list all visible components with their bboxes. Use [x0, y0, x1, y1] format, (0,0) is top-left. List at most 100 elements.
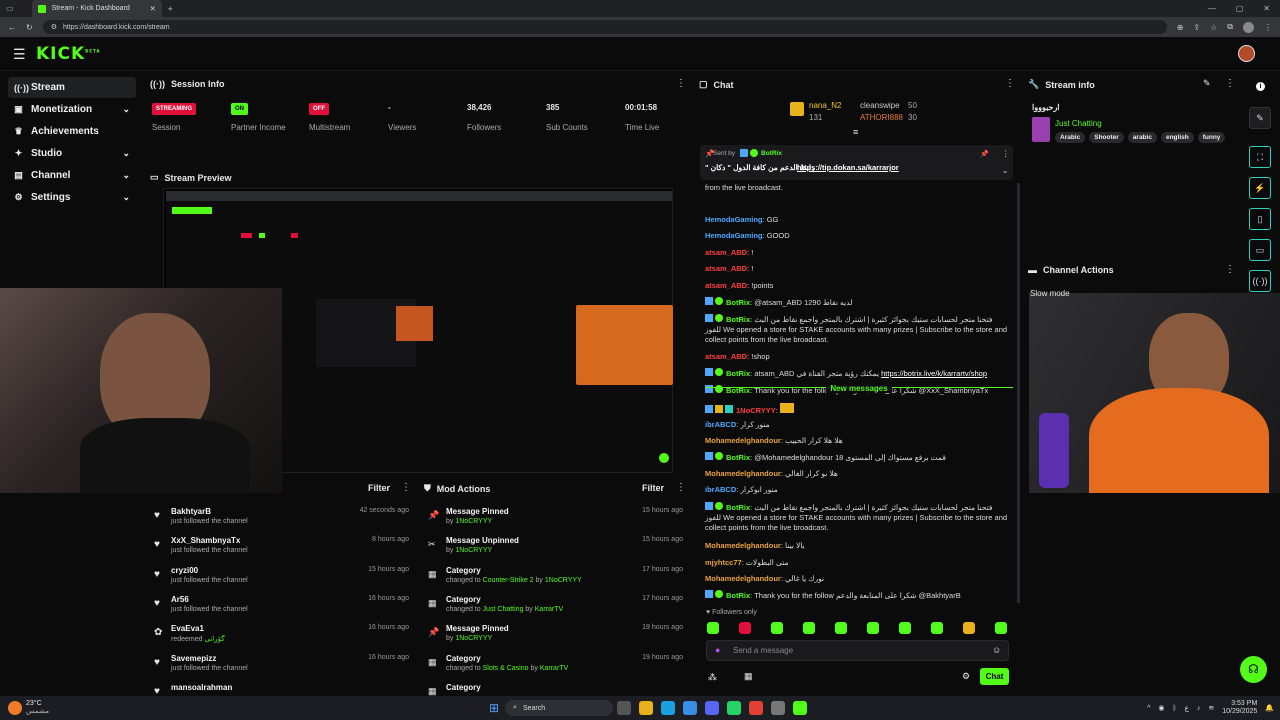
emote-icon[interactable]: [963, 622, 975, 634]
bookmark-star-icon[interactable]: ☆: [1210, 23, 1217, 32]
back-icon[interactable]: ←: [8, 23, 16, 32]
pinned-link[interactable]: https://tip.dokan.sa/karrarjor: [797, 163, 899, 172]
chat-message[interactable]: atsam_ABD: !points: [705, 281, 1010, 291]
chat-message[interactable]: Mohamedelghandour: يالا بينا: [705, 541, 1010, 551]
mod-user[interactable]: KarrarTV: [540, 665, 568, 672]
chat-username[interactable]: HemodaGaming: [705, 215, 763, 224]
emote-icon[interactable]: [995, 622, 1007, 634]
pinned-message[interactable]: 📌 Sent by BotRix " رابط الدعم من كافة ال…: [700, 145, 1013, 180]
support-headset-button[interactable]: ☊: [1240, 656, 1267, 683]
more-options-icon[interactable]: ⋮: [1225, 78, 1235, 89]
extensions-icon[interactable]: ⧉: [1227, 22, 1233, 32]
more-options-icon[interactable]: ⋮: [676, 482, 686, 493]
network-icon[interactable]: ◉: [1158, 704, 1164, 712]
chat-username[interactable]: atsam_ABD: [705, 352, 747, 361]
settings-icon[interactable]: [771, 701, 786, 715]
stream-tag[interactable]: funny: [1197, 132, 1226, 143]
windows-start-icon[interactable]: ⊞: [489, 701, 499, 715]
kick-app-icon[interactable]: [793, 701, 808, 715]
category-name[interactable]: Just Chatting: [483, 606, 524, 613]
chat-username[interactable]: atsam_ABD: [705, 264, 747, 273]
sidebar-item-channel[interactable]: ▤ Channel ⌄: [8, 165, 136, 186]
chat-message[interactable]: atsam_ABD: !: [705, 248, 1010, 258]
task-view-icon[interactable]: [617, 701, 632, 715]
chat-message[interactable]: BotRix: @atsam_ABD لديه نقاط 1290: [705, 297, 1010, 308]
clock-time[interactable]: 3:53 PM: [1222, 700, 1257, 708]
rail-button-broadcast[interactable]: ((·)): [1249, 270, 1271, 292]
send-chat-button[interactable]: Chat: [980, 668, 1009, 685]
activity-username[interactable]: mansoalrahman: [171, 683, 409, 692]
chat-username[interactable]: atsam_ABD: [705, 248, 747, 257]
pinned-user[interactable]: BotRix: [761, 150, 782, 157]
activity-item[interactable]: ♥ XxX_ShambnyaTx just followed the channel…: [154, 536, 409, 554]
chat-username[interactable]: atsam_ABD: [705, 281, 747, 290]
edge-icon[interactable]: [661, 701, 676, 715]
activity-item[interactable]: ✿ EvaEva1 redeemed گۆرانی 16 hours ago: [154, 624, 409, 643]
chrome-icon[interactable]: [749, 701, 764, 715]
emote-icon[interactable]: [707, 622, 719, 634]
chat-message[interactable]: 1NoCRYYY:: [705, 403, 1010, 416]
notification-bell-icon[interactable]: 🔔: [1265, 704, 1274, 712]
leaderboard-expand-icon[interactable]: ≡: [853, 127, 858, 137]
chat-message[interactable]: atsam_ABD: !shop: [705, 352, 1010, 362]
gear-icon[interactable]: ⚙: [962, 671, 970, 682]
more-options-icon[interactable]: ⋮: [401, 482, 411, 493]
category-name[interactable]: Counter-Strike 2: [483, 577, 534, 584]
slow-mode-label[interactable]: Slow mode: [1030, 289, 1070, 298]
stream-tag[interactable]: Arabic: [1055, 132, 1086, 143]
unpin-icon[interactable]: 📌: [980, 150, 989, 158]
chat-message[interactable]: BotRix: atsam_ABD يمكنك رؤية متجر القناة…: [705, 368, 1010, 379]
bluetooth-icon[interactable]: ᛒ: [1172, 705, 1176, 712]
activity-item[interactable]: ♥ Savemepizz just followed the channel 16 …: [154, 654, 409, 672]
mod-user[interactable]: 1NoCRYYY: [455, 635, 492, 642]
chat-scrollbar[interactable]: [1017, 183, 1020, 603]
chat-message[interactable]: Mohamedelghandour: نورك يا غالي: [705, 574, 1010, 584]
emote-icon[interactable]: [835, 622, 847, 634]
reload-icon[interactable]: ↻: [26, 23, 33, 32]
more-options-icon[interactable]: ⋮: [1002, 149, 1010, 158]
chevron-up-icon[interactable]: ^: [1147, 705, 1150, 712]
chat-username[interactable]: 1NoCRYYY: [736, 406, 776, 415]
rail-button-chat[interactable]: ▭: [1249, 239, 1271, 261]
chat-message[interactable]: HemodaGaming: GOOD: [705, 231, 1010, 241]
chat-message[interactable]: ibrABCD: منور كرار: [705, 420, 1010, 430]
store-icon[interactable]: [683, 701, 698, 715]
leader-name[interactable]: cleanswipe: [860, 101, 900, 110]
chat-username[interactable]: BotRix: [726, 315, 750, 324]
more-options-icon[interactable]: ⋮: [1225, 264, 1235, 275]
category-thumbnail[interactable]: [1032, 117, 1050, 142]
activity-item[interactable]: ♥ mansoalrahman: [154, 683, 409, 697]
new-messages-divider[interactable]: New messages: [705, 384, 1013, 397]
maximize-icon[interactable]: ▢: [1236, 4, 1244, 13]
close-window-icon[interactable]: ✕: [1263, 4, 1270, 13]
chat-username[interactable]: Mohamedelghandour: [705, 469, 781, 478]
chat-link[interactable]: https://botrix.live/k/karrartv/shop: [881, 369, 987, 378]
whatsapp-icon[interactable]: [727, 701, 742, 715]
category-name[interactable]: Slots & Casino: [483, 665, 529, 672]
activity-item[interactable]: ♥ cryzi00 just followed the channel 15 hou…: [154, 566, 409, 584]
rail-button-lightning[interactable]: ⚡: [1249, 177, 1271, 199]
activity-item[interactable]: ♥ Ar56 just followed the channel 16 hours …: [154, 595, 409, 613]
emote-icon[interactable]: [771, 622, 783, 634]
chat-message[interactable]: BotRix: Thank you for the follow شكرا عل…: [705, 590, 1010, 601]
chat-username[interactable]: BotRix: [726, 369, 750, 378]
emote-icon[interactable]: [899, 622, 911, 634]
chat-input[interactable]: ● Send a message ☺: [706, 640, 1009, 661]
clock-date[interactable]: 10/29/2025: [1222, 708, 1257, 716]
user-avatar[interactable]: [1238, 45, 1255, 62]
sidebar-item-monetization[interactable]: ▣ Monetization ⌄: [8, 99, 136, 120]
sidebar-item-stream[interactable]: ((·)) Stream: [8, 77, 136, 98]
leader-name[interactable]: nana_N2: [809, 101, 841, 110]
close-tab-icon[interactable]: ✕: [150, 5, 156, 13]
chat-username[interactable]: BotRix: [726, 453, 750, 462]
more-options-icon[interactable]: ⋮: [1005, 78, 1015, 89]
wifi-icon[interactable]: ≋: [1208, 704, 1214, 712]
minimize-icon[interactable]: —: [1208, 4, 1216, 13]
chat-username[interactable]: Mohamedelghandour: [705, 436, 781, 445]
sidebar-item-settings[interactable]: ⚙ Settings ⌄: [8, 187, 136, 208]
mod-user[interactable]: 1NoCRYYY: [545, 577, 582, 584]
chat-username[interactable]: ibrABCD: [705, 485, 736, 494]
chat-tools-icon[interactable]: ⁂: [708, 672, 717, 683]
chat-username[interactable]: HemodaGaming: [705, 231, 763, 240]
chat-username[interactable]: mjyhtcc77: [705, 558, 742, 567]
